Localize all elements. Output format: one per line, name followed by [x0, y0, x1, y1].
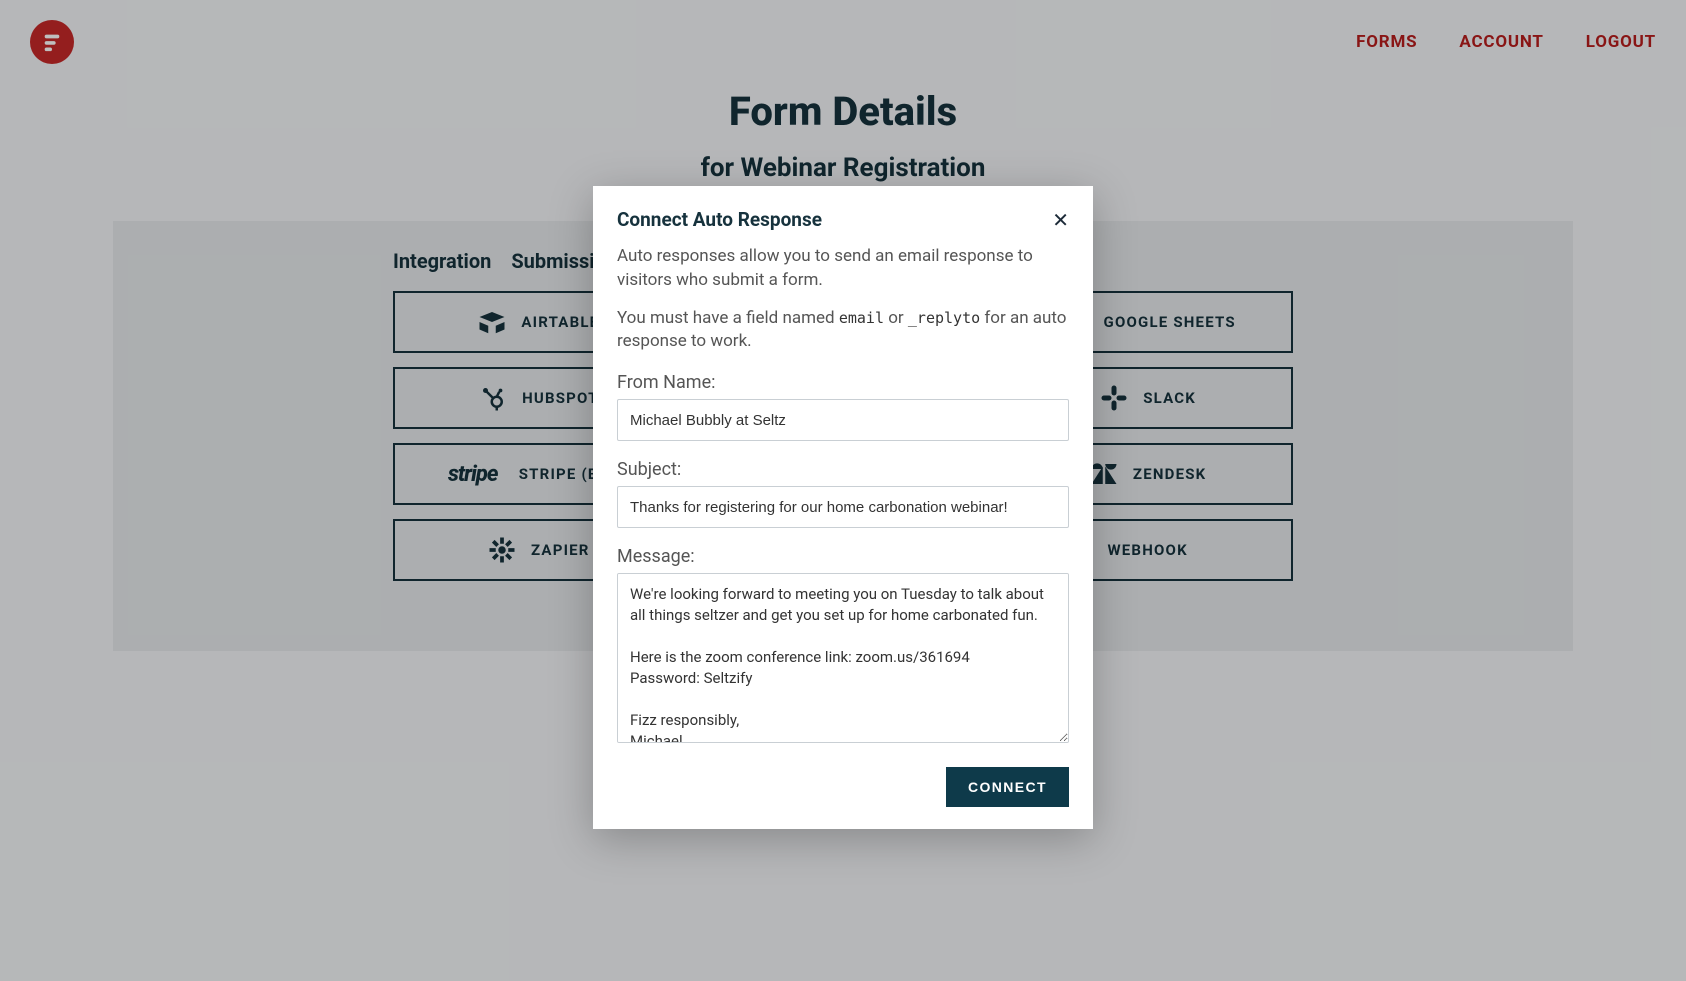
modal-actions: CONNECT [617, 767, 1069, 807]
message-label: Message: [617, 546, 1069, 567]
modal-title: Connect Auto Response [617, 208, 822, 231]
code-email: email [839, 309, 884, 327]
from-name-label: From Name: [617, 372, 1069, 393]
from-name-input[interactable] [617, 399, 1069, 441]
code-replyto: _replyto [908, 309, 980, 327]
connect-auto-response-modal: Connect Auto Response ✕ Auto responses a… [593, 186, 1093, 829]
subject-label: Subject: [617, 459, 1069, 480]
message-textarea[interactable] [617, 573, 1069, 743]
modal-description-2: You must have a field named email or _re… [617, 307, 1069, 355]
connect-button[interactable]: CONNECT [946, 767, 1069, 807]
modal-header: Connect Auto Response ✕ [617, 208, 1069, 231]
subject-input[interactable] [617, 486, 1069, 528]
close-icon[interactable]: ✕ [1052, 210, 1069, 230]
modal-description-1: Auto responses allow you to send an emai… [617, 245, 1069, 293]
